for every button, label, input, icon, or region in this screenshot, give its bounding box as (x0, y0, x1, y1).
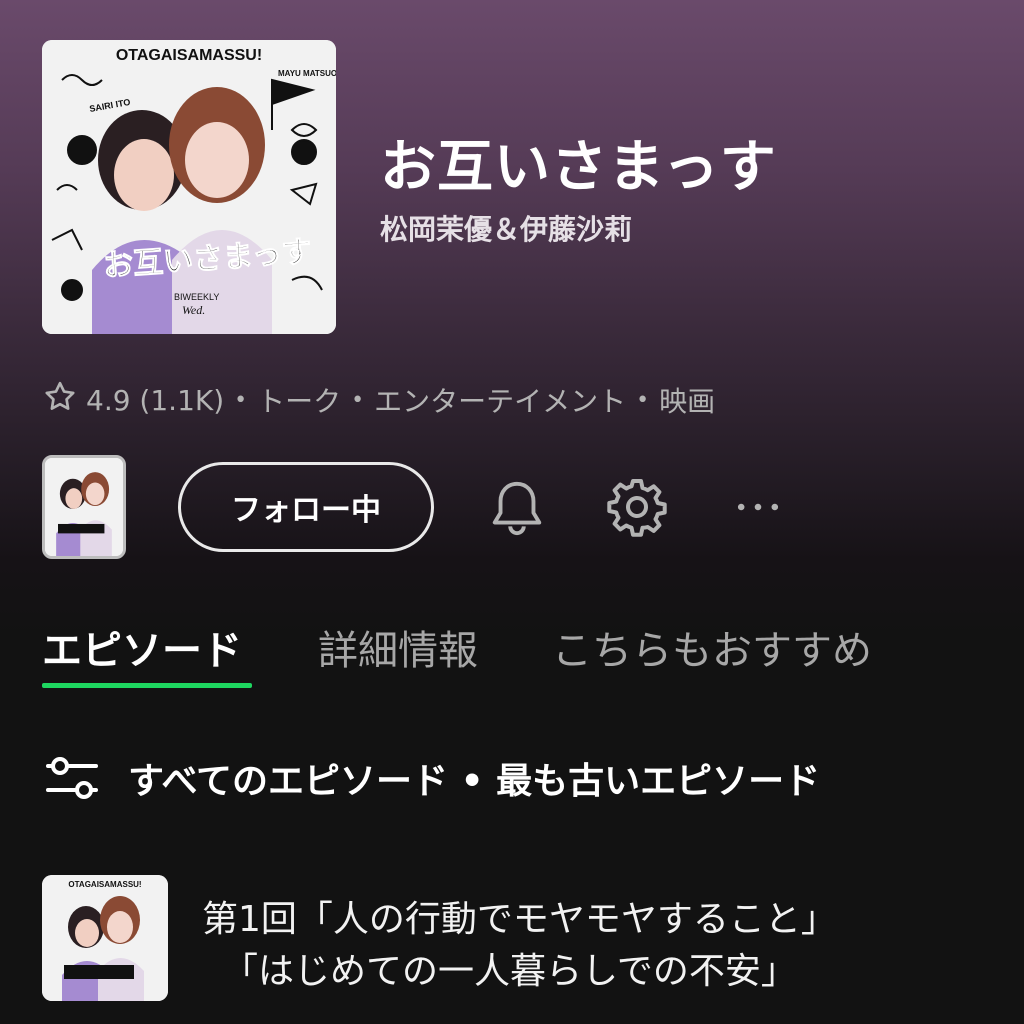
separator-dot: • (351, 387, 365, 413)
active-tab-indicator (42, 683, 252, 688)
podcast-cover: OTAGAISAMASSU! SAIRI ITO MAYU MATSUOKA お… (42, 40, 336, 334)
category-film[interactable]: 映画 (659, 380, 715, 420)
small-cover-thumbnail[interactable] (42, 455, 126, 559)
cover-day: Wed. (182, 303, 205, 317)
podcast-meta-row: 4.9 (1.1K) • トーク • エンターテイメント • 映画 (42, 380, 715, 420)
rating-text: 4.9 (1.1K) (86, 383, 225, 417)
episode-title-line2: 「はじめての一人暮らしでの不安」 (222, 951, 797, 992)
tab-recommendations[interactable]: こちらもおすすめ (552, 618, 872, 676)
star-icon (42, 379, 78, 422)
tab-episodes[interactable]: エピソード (42, 618, 242, 676)
follow-button[interactable]: フォロー中 (178, 462, 434, 552)
filter-icon[interactable] (42, 752, 102, 804)
episode-thumbnail[interactable]: OTAGAISAMASSU! (42, 875, 168, 1001)
cover-biweekly: BIWEEKLY (174, 292, 219, 302)
gear-icon[interactable] (604, 474, 670, 540)
podcast-title: お互いさまっす (380, 135, 777, 200)
bell-icon[interactable] (484, 474, 550, 540)
ep-thumb-top-text: OTAGAISAMASSU! (68, 880, 141, 889)
cover-name2: MAYU MATSUOKA (278, 69, 336, 78)
podcast-author[interactable]: 松岡茉優＆伊藤沙莉 (380, 208, 632, 248)
episode-title-line1: 第1回「人の行動でモヤモヤすること」 (202, 899, 837, 940)
tab-details[interactable]: 詳細情報 (318, 618, 478, 676)
episode-filter-label[interactable]: すべてのエピソード • 最も古いエピソード (128, 752, 820, 804)
category-talk[interactable]: トーク (257, 380, 341, 420)
separator-dot: • (636, 387, 650, 413)
separator-dot: • (234, 387, 248, 413)
episode-title[interactable]: 第1回「人の行動でモヤモヤすること」 「はじめての一人暮らしでの不安」 (202, 894, 992, 998)
more-icon[interactable] (728, 484, 788, 530)
podcast-cover-art: OTAGAISAMASSU! SAIRI ITO MAYU MATSUOKA お… (42, 40, 336, 334)
category-entertainment[interactable]: エンターテイメント (374, 380, 626, 420)
cover-top-text: OTAGAISAMASSU! (116, 47, 262, 64)
